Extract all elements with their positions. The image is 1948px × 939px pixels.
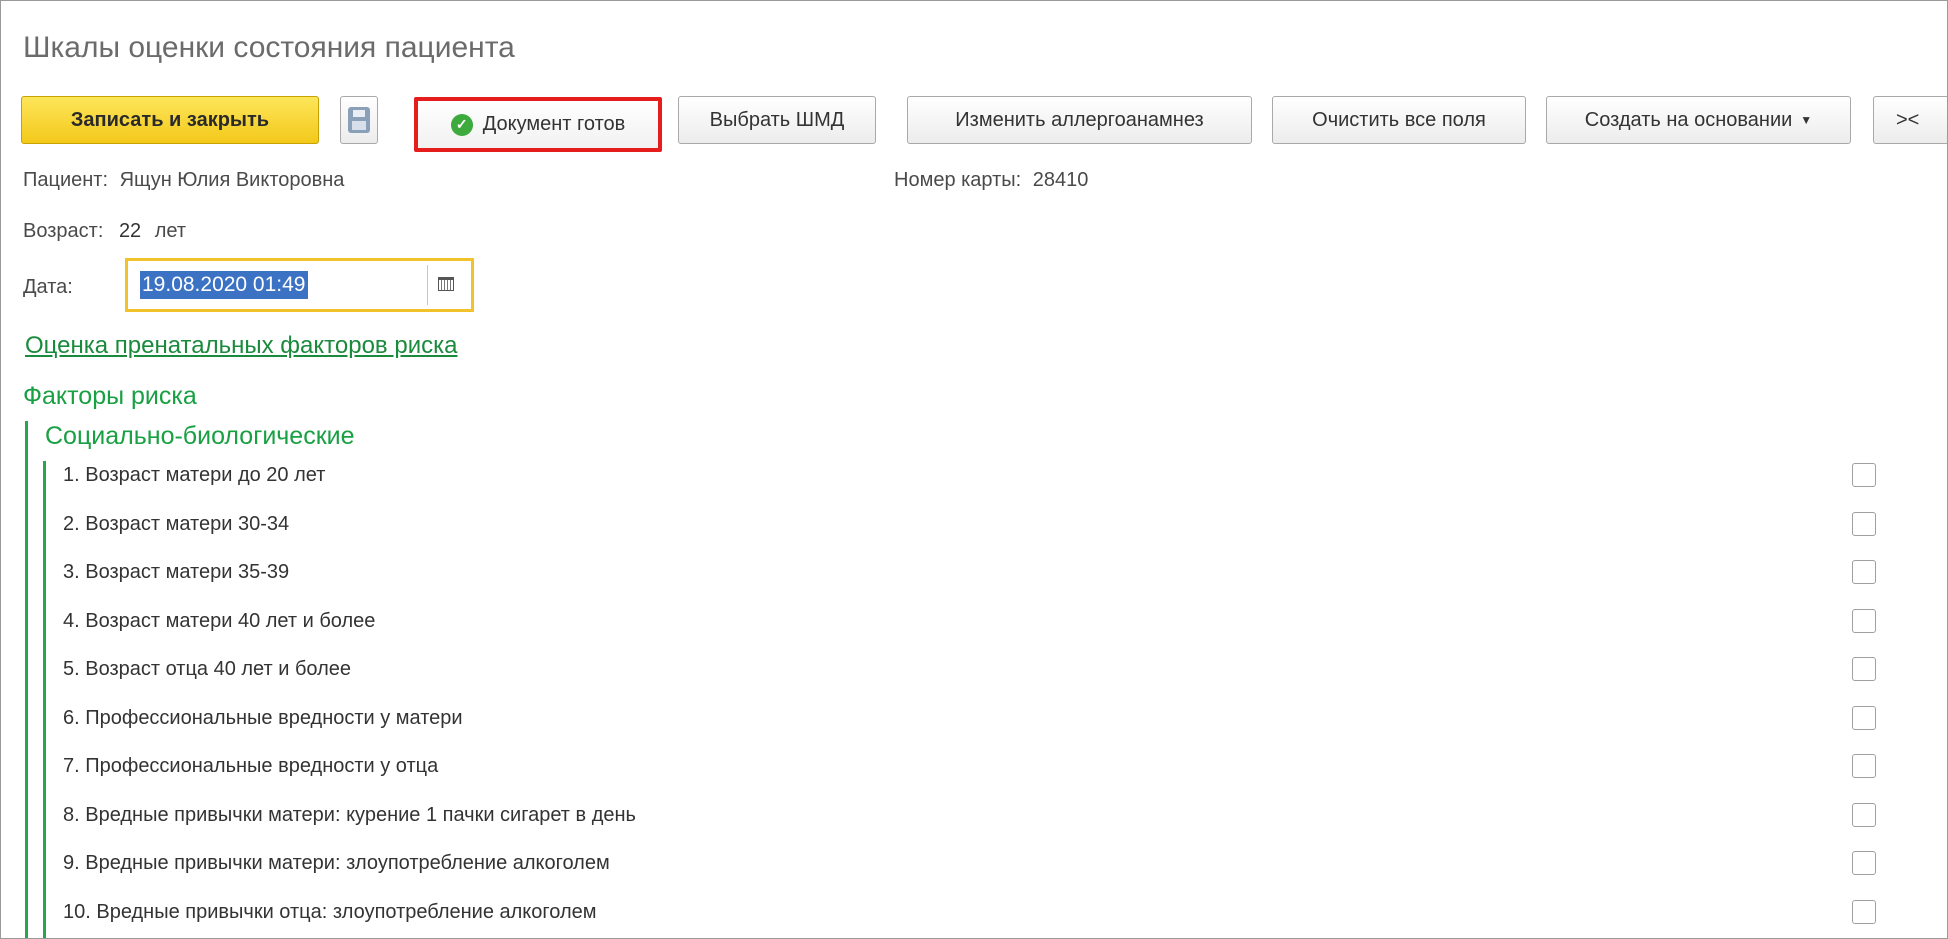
- change-allergoanamnesis-button[interactable]: Изменить аллергоанамнез: [907, 96, 1252, 144]
- clear-all-fields-label: Очистить все поля: [1312, 108, 1486, 131]
- risk-factor-label: 7. Профессиональные вредности у отца: [63, 755, 439, 777]
- patient-row: Пациент: Ящун Юлия Викторовна: [23, 169, 344, 192]
- risk-factor-checkbox[interactable]: [1852, 609, 1876, 633]
- choose-shmd-button[interactable]: Выбрать ШМД: [678, 96, 876, 144]
- risk-factor-checkbox[interactable]: [1852, 560, 1876, 584]
- risk-factor-checkbox[interactable]: [1852, 512, 1876, 536]
- create-based-on-button[interactable]: Создать на основании ▼: [1546, 96, 1851, 144]
- age-label: Возраст:: [23, 220, 104, 242]
- risk-factor-label: 8. Вредные привычки матери: курение 1 па…: [63, 804, 636, 826]
- floppy-disk-icon: [348, 107, 370, 133]
- card-number-value: 28410: [1032, 169, 1089, 191]
- age-value: 22: [118, 220, 142, 242]
- risk-factor-label: 6. Профессиональные вредности у матери: [63, 707, 463, 729]
- save-and-close-button[interactable]: Записать и закрыть: [21, 96, 319, 144]
- chevron-down-icon: ▼: [1800, 113, 1813, 127]
- risk-factors-group-bar: [25, 421, 28, 938]
- date-input[interactable]: 19.08.2020 01:49: [125, 258, 474, 312]
- risk-factor-checkbox[interactable]: [1852, 463, 1876, 487]
- card-number-label: Номер карты:: [894, 169, 1022, 191]
- risk-factor-label: 10. Вредные привычки отца: злоупотреблен…: [63, 901, 597, 923]
- risk-factor-checkbox[interactable]: [1852, 754, 1876, 778]
- risk-factor-checkbox[interactable]: [1852, 900, 1876, 924]
- social-biological-group-bar: [43, 461, 46, 938]
- risk-factor-checkbox[interactable]: [1852, 803, 1876, 827]
- save-and-close-label: Записать и закрыть: [70, 108, 270, 131]
- social-biological-title: Социально-биологические: [45, 422, 355, 450]
- patient-name: Ящун Юлия Викторовна: [119, 169, 345, 191]
- risk-factor-label: 9. Вредные привычки матери: злоупотребле…: [63, 852, 610, 874]
- card-number-row: Номер карты: 28410: [894, 169, 1088, 192]
- risk-factor-label: 3. Возраст матери 35-39: [63, 561, 290, 583]
- clear-all-fields-button[interactable]: Очистить все поля: [1272, 96, 1526, 144]
- calendar-icon[interactable]: [438, 277, 454, 291]
- risk-factor-label: 2. Возраст матери 30-34: [63, 513, 290, 535]
- date-value: 19.08.2020 01:49: [140, 271, 308, 299]
- date-field-divider: [427, 265, 428, 305]
- risk-factors-title: Факторы риска: [23, 382, 197, 410]
- collapse-panel-label: ><: [1896, 108, 1920, 131]
- risk-factor-label: 1. Возраст матери до 20 лет: [63, 464, 326, 486]
- choose-shmd-label: Выбрать ШМД: [709, 108, 845, 131]
- age-row: Возраст: 22 лет: [23, 220, 186, 243]
- prenatal-risk-link[interactable]: Оценка пренатальных факторов риска: [25, 332, 457, 360]
- risk-factor-label: 4. Возраст матери 40 лет и более: [63, 610, 376, 632]
- save-button[interactable]: [340, 96, 378, 144]
- highlight-frame: [414, 97, 662, 152]
- risk-factor-checkbox[interactable]: [1852, 851, 1876, 875]
- collapse-panel-button[interactable]: ><: [1873, 96, 1947, 144]
- age-unit: лет: [154, 220, 187, 242]
- page-title: Шкалы оценки состояния пациента: [23, 31, 515, 64]
- scales-window: Шкалы оценки состояния пациента Записать…: [0, 0, 1948, 939]
- risk-factor-checkbox[interactable]: [1852, 706, 1876, 730]
- patient-label: Пациент:: [23, 169, 109, 191]
- risk-factor-label: 5. Возраст отца 40 лет и более: [63, 658, 352, 680]
- risk-factor-checkbox[interactable]: [1852, 657, 1876, 681]
- create-based-on-label: Создать на основании: [1584, 108, 1793, 131]
- date-label: Дата:: [23, 276, 73, 298]
- change-allergoanamnesis-label: Изменить аллергоанамнез: [955, 108, 1204, 131]
